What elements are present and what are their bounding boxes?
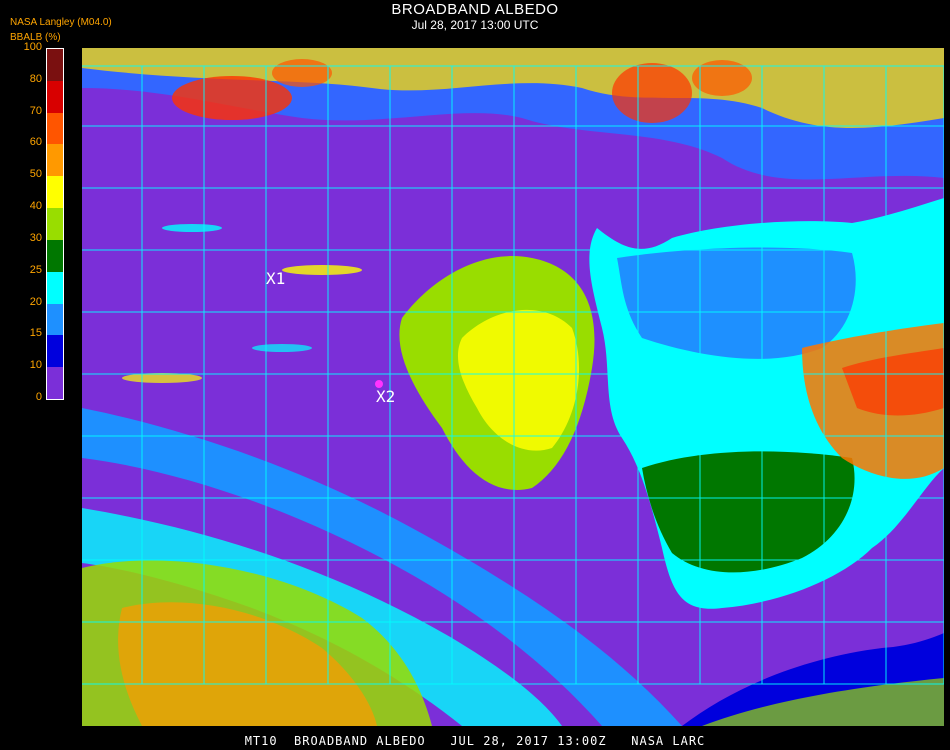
legend-tick-label: 60 — [29, 136, 42, 149]
legend-tick-label: 0 — [35, 391, 42, 403]
legend-tick-label: 30 — [29, 231, 42, 244]
marker-x1: X1 — [266, 269, 285, 288]
footer-caption: MT10 BROADBAND ALBEDO JUL 28, 2017 13:00… — [244, 734, 706, 748]
color-legend — [46, 48, 64, 400]
map-timestamp: Jul 28, 2017 13:00 UTC — [411, 18, 539, 32]
cloud-cell — [282, 265, 362, 275]
legend-swatch — [47, 144, 63, 177]
legend-tick-label: 100 — [23, 41, 42, 53]
legend-swatch — [47, 303, 63, 336]
legend-swatch — [47, 271, 63, 305]
legend-swatch — [47, 112, 63, 145]
source-label: NASA Langley (M04.0) — [10, 17, 112, 28]
cloud-cell — [612, 63, 692, 123]
legend-tick-label: 15 — [29, 327, 42, 340]
legend-swatch — [47, 176, 63, 209]
legend-tick-label: 20 — [29, 295, 42, 308]
cloud-cell — [272, 59, 332, 87]
legend-tick-label: 50 — [29, 168, 42, 181]
legend-tick-label: 10 — [29, 359, 42, 372]
legend-swatch — [47, 335, 63, 368]
legend-swatch — [47, 80, 63, 114]
legend-swatch — [47, 239, 63, 273]
legend-tick-label: 80 — [29, 72, 42, 85]
legend-tick-label: 70 — [29, 104, 42, 117]
legend-swatch — [47, 49, 63, 82]
legend-tick-label: 25 — [29, 263, 42, 276]
map-title: BROADBAND ALBEDO — [391, 1, 559, 18]
albedo-map: X1 X2 — [82, 48, 944, 726]
cloud-cell — [692, 60, 752, 96]
cloud-cell — [252, 344, 312, 352]
legend-swatch — [47, 367, 63, 400]
legend-tick-label: 40 — [29, 200, 42, 213]
legend-swatch — [47, 208, 63, 241]
cloud-cell — [162, 224, 222, 232]
marker-x2: X2 — [376, 387, 395, 406]
cloud-cell — [172, 76, 292, 120]
